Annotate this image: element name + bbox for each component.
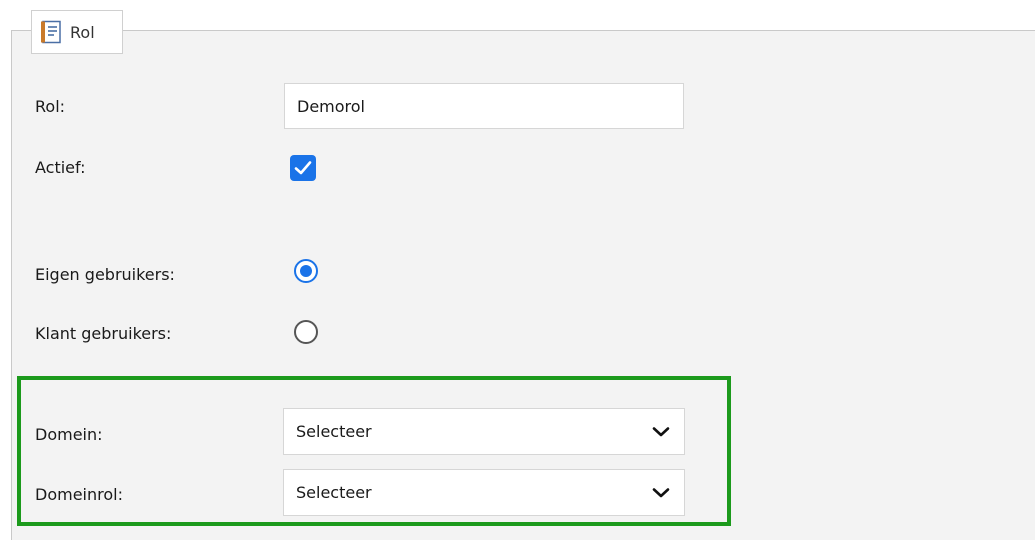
domeinrol-label: Domeinrol: bbox=[35, 485, 123, 504]
fieldset-legend: Rol bbox=[31, 10, 123, 54]
document-list-icon bbox=[40, 20, 62, 44]
eigen-gebruikers-radio[interactable] bbox=[294, 259, 318, 283]
rol-label: Rol: bbox=[35, 97, 66, 116]
actief-label: Actief: bbox=[35, 158, 86, 177]
domein-select[interactable]: Selecteer bbox=[283, 408, 685, 455]
domeinrol-select-value: Selecteer bbox=[296, 483, 372, 502]
chevron-down-icon bbox=[652, 487, 670, 497]
klant-gebruikers-label: Klant gebruikers: bbox=[35, 324, 172, 343]
domein-label: Domein: bbox=[35, 425, 103, 444]
checkmark-icon bbox=[294, 161, 312, 175]
rol-input[interactable] bbox=[284, 83, 684, 129]
domein-select-value: Selecteer bbox=[296, 422, 372, 441]
chevron-down-icon bbox=[652, 426, 670, 436]
domeinrol-select[interactable]: Selecteer bbox=[283, 469, 685, 516]
fieldset-title: Rol bbox=[70, 22, 95, 42]
klant-gebruikers-radio[interactable] bbox=[294, 320, 318, 344]
eigen-gebruikers-label: Eigen gebruikers: bbox=[35, 265, 175, 284]
actief-checkbox[interactable] bbox=[290, 155, 316, 181]
